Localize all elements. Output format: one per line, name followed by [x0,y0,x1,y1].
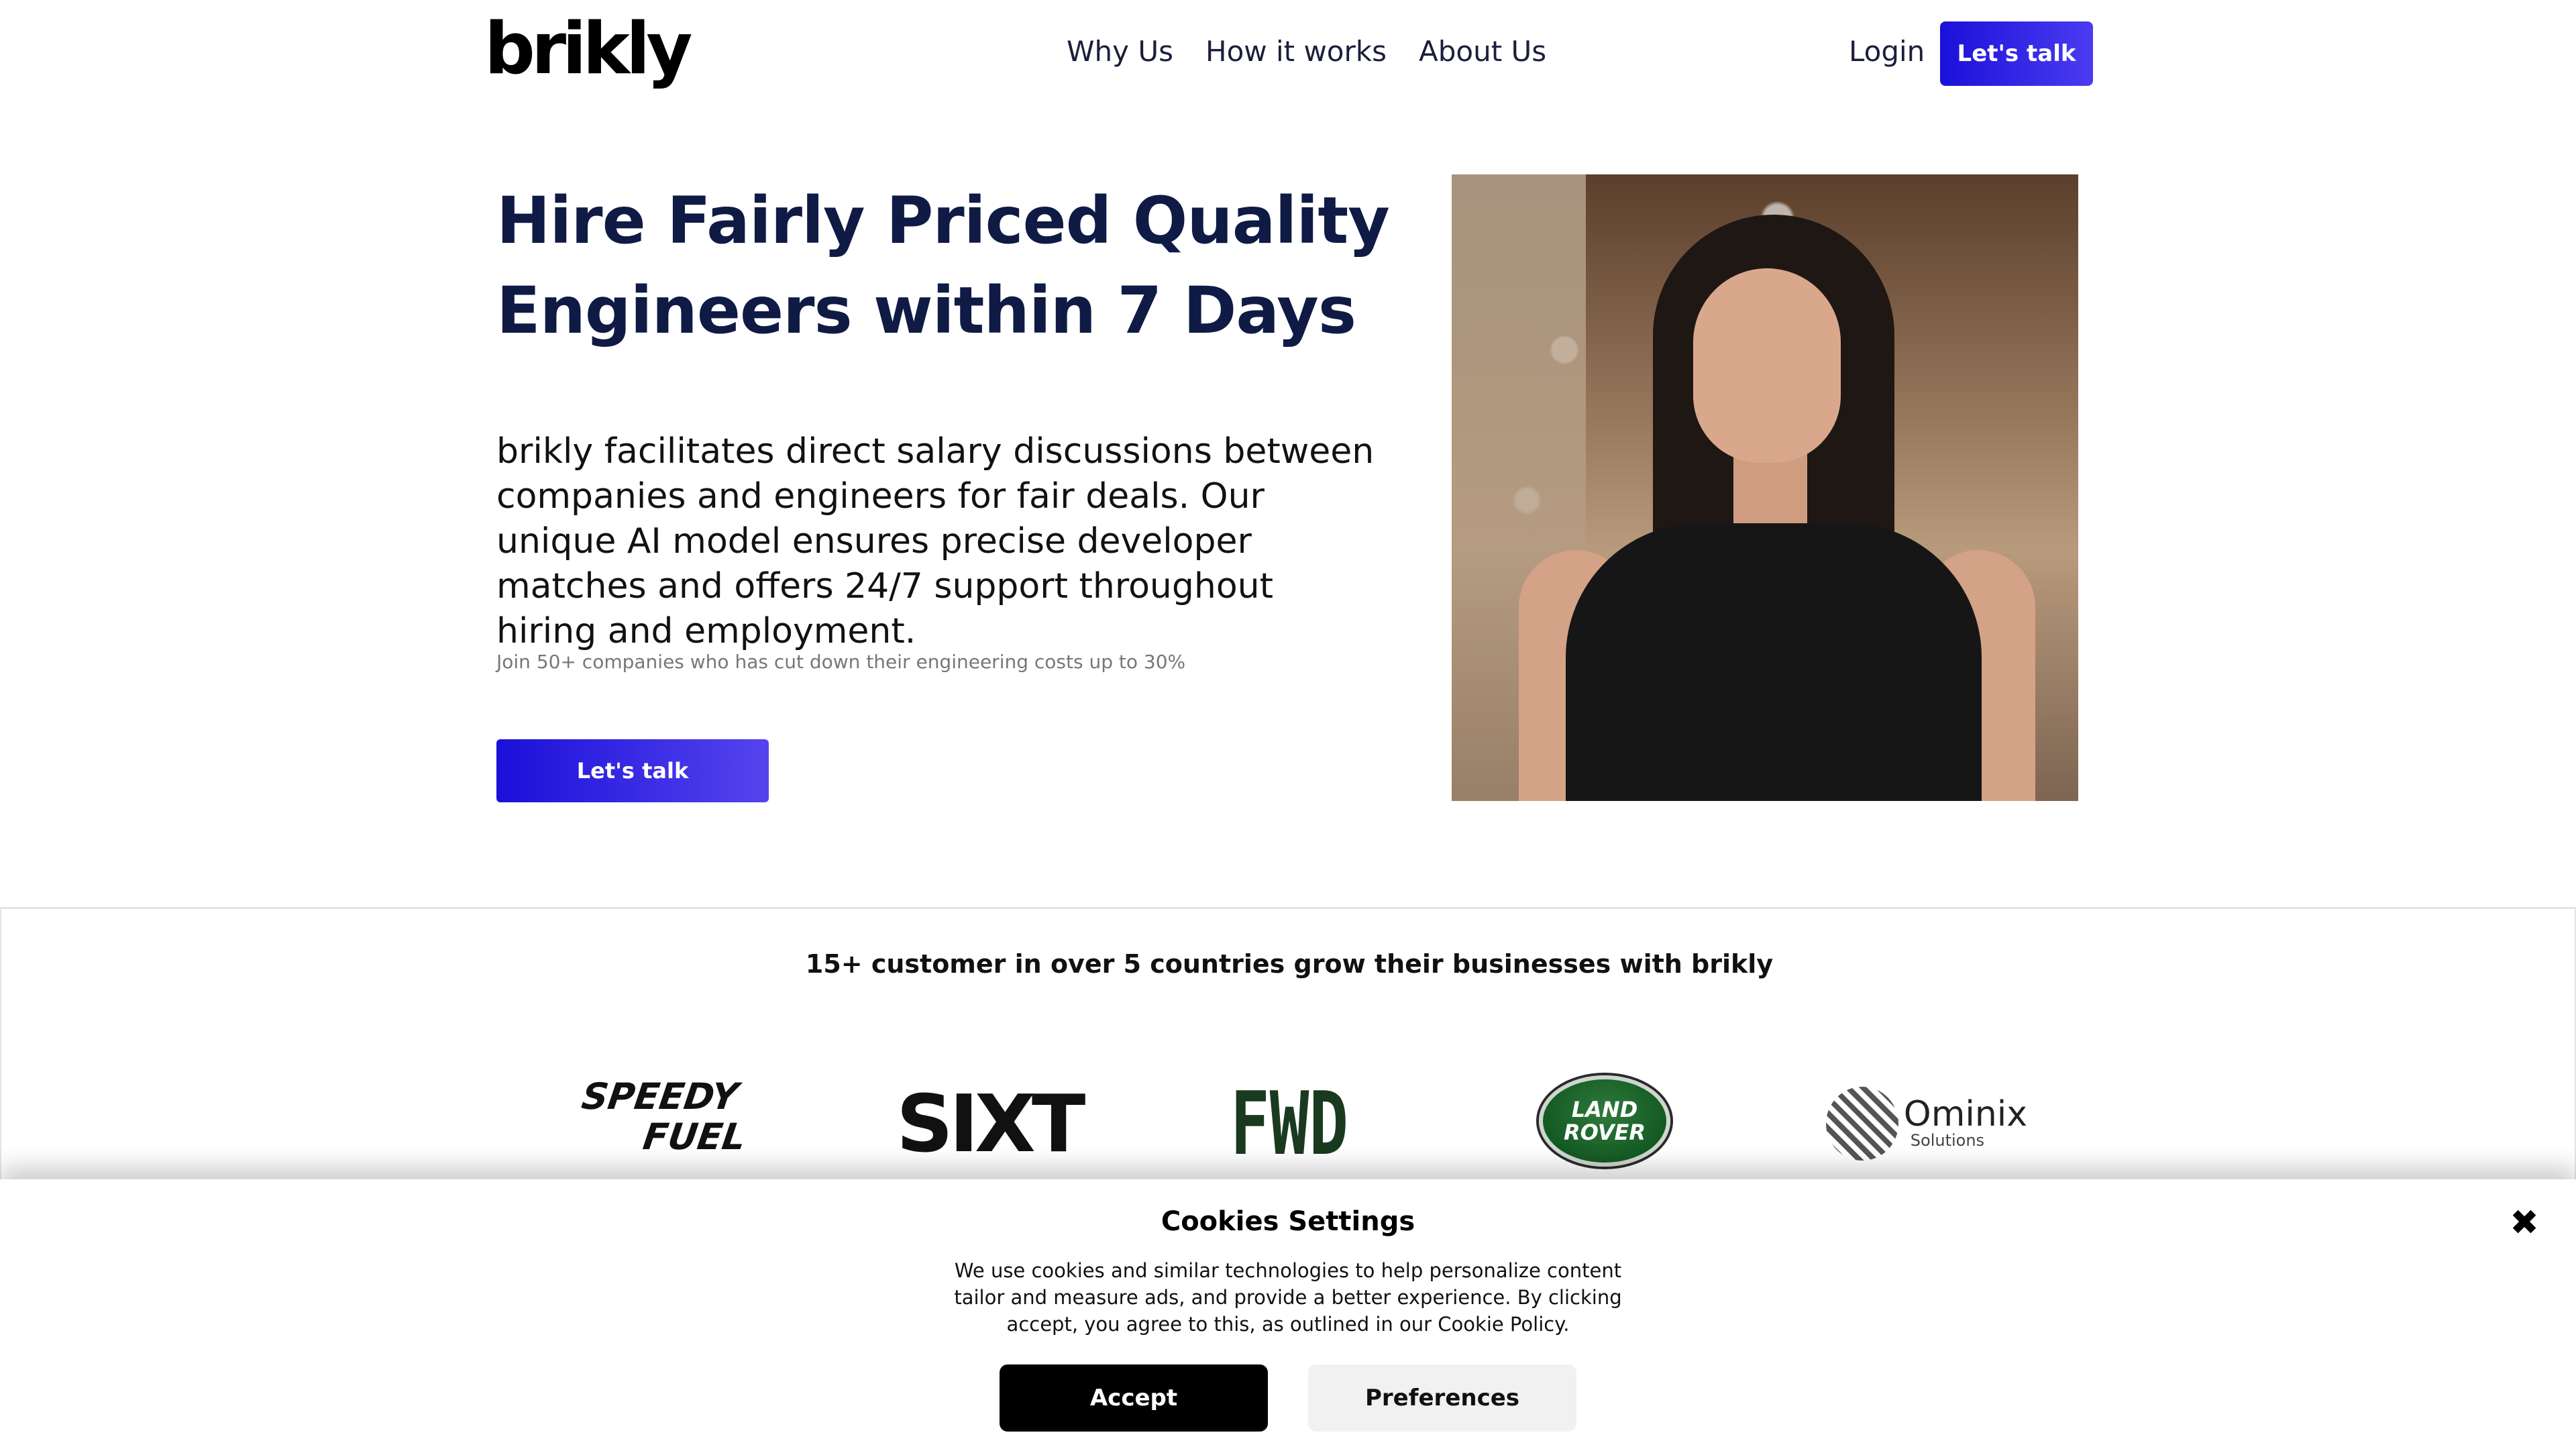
hero-title-line-2: Engineers within 7 Days [496,273,1356,348]
fwd-logo: FWD [1230,1073,1349,1175]
brikly-logo[interactable]: brikly [484,13,692,85]
main-nav: Why Us How it works About Us [1067,35,1546,68]
cookie-accept-button[interactable]: Accept [1000,1364,1268,1432]
land-rover-logo-line-1: LAND [1571,1097,1638,1122]
page: brikly Why Us How it works About Us Logi… [0,0,2576,1449]
header-lets-talk-button[interactable]: Let's talk [1940,21,2093,86]
hero-portrait-photo [1452,174,2078,801]
hero-title: Hire Fairly Priced Quality Engineers wit… [496,176,1395,356]
sixt-logo: SIXT [896,1077,1085,1170]
land-rover-logo: LAND ROVER [1539,1075,1670,1167]
customers-title: 15+ customer in over 5 countries grow th… [805,949,1774,979]
nav-why-us[interactable]: Why Us [1067,35,1173,68]
login-link[interactable]: Login [1849,35,1925,68]
ominix-logo-name: Ominix [1903,1094,2027,1134]
hero-description: brikly facilitates direct salary discuss… [496,431,1375,651]
nav-about-us[interactable]: About Us [1419,35,1546,68]
cookie-text: We use cookies and similar technologies … [954,1259,1622,1336]
land-rover-logo-line-2: ROVER [1564,1120,1646,1145]
close-icon[interactable]: ✖ [2508,1205,2541,1240]
hero-social-proof: Join 50+ companies who has cut down thei… [496,651,1186,673]
speedy-fuel-logo: SPEEDY FUEL [572,1075,749,1171]
hero-lets-talk-button[interactable]: Let's talk [496,739,769,802]
ominix-logo: Ominix Solutions [1826,1077,2027,1171]
cookie-banner: Cookies Settings We use cookies and simi… [0,1179,2576,1449]
speedy-fuel-logo-line-2: FUEL [640,1116,749,1158]
ominix-mark-icon [1826,1087,1898,1161]
cookie-preferences-button[interactable]: Preferences [1308,1364,1576,1432]
nav-how-it-works[interactable]: How it works [1205,35,1387,68]
speedy-fuel-logo-line-1: SPEEDY [579,1075,741,1118]
hero-title-line-1: Hire Fairly Priced Quality [496,183,1390,258]
cookie-title: Cookies Settings [1161,1206,1415,1237]
